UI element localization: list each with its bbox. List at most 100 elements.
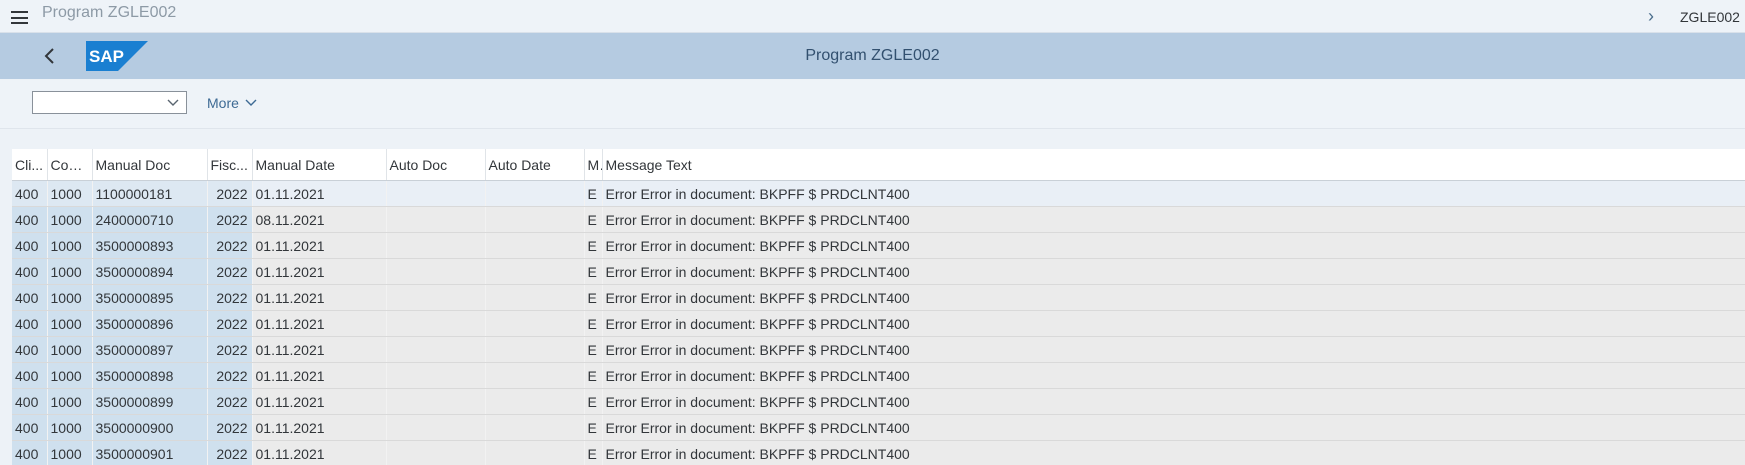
column-header-client[interactable]: Cli... xyxy=(12,149,48,181)
cell-manual-date: 01.11.2021 xyxy=(252,336,387,363)
column-header-fiscal-year[interactable]: Fisc... xyxy=(207,149,253,181)
table-header-row: Cli... CoC... Manual Doc Fisc... Manual Date… xyxy=(12,149,1745,181)
cell-auto-date xyxy=(485,310,585,337)
cell-msg-type: E xyxy=(584,336,603,363)
column-header-manual-doc[interactable]: Manual Doc xyxy=(92,149,208,181)
cell-client: 400 xyxy=(12,180,48,207)
column-header-message-text[interactable]: Message Text xyxy=(602,149,1745,181)
variant-select[interactable] xyxy=(32,91,187,114)
cell-manual-date: 01.11.2021 xyxy=(252,310,387,337)
table-row[interactable]: 400 1000 3500000896 2022 01.11.2021 E Error Er… xyxy=(12,310,1745,337)
hamburger-menu-icon[interactable] xyxy=(11,11,28,24)
cell-auto-date xyxy=(485,232,585,259)
cell-manual-doc: 3500000897 xyxy=(92,336,208,363)
cell-manual-doc: 3500000898 xyxy=(92,362,208,389)
cell-msg-type: E xyxy=(584,206,603,233)
table-row[interactable]: 400 1000 3500000900 2022 01.11.2021 E Error Er… xyxy=(12,414,1745,441)
column-header-manual-date[interactable]: Manual Date xyxy=(252,149,387,181)
cell-client: 400 xyxy=(12,336,48,363)
column-header-company-code[interactable]: CoC... xyxy=(47,149,93,181)
cell-fiscal-year: 2022 xyxy=(207,440,253,465)
cell-msg-type: E xyxy=(584,180,603,207)
cell-msg-type: E xyxy=(584,284,603,311)
cell-msg-type: E xyxy=(584,232,603,259)
cell-message-text: Error Error in document: BKPFF $ PRDCLNT… xyxy=(602,440,1745,465)
cell-fiscal-year: 2022 xyxy=(207,362,253,389)
cell-fiscal-year: 2022 xyxy=(207,258,253,285)
cell-msg-type: E xyxy=(584,388,603,415)
cell-manual-doc: 2400000710 xyxy=(92,206,208,233)
cell-client: 400 xyxy=(12,362,48,389)
cell-company-code: 1000 xyxy=(47,284,93,311)
cell-auto-date xyxy=(485,362,585,389)
table-row[interactable]: 400 1000 3500000894 2022 01.11.2021 E Error Er… xyxy=(12,258,1745,285)
table-row[interactable]: 400 1000 3500000898 2022 01.11.2021 E Error Er… xyxy=(12,362,1745,389)
table-row[interactable]: 400 1000 3500000901 2022 01.11.2021 E Error Er… xyxy=(12,440,1745,465)
table-row[interactable]: 400 1000 3500000897 2022 01.11.2021 E Error Er… xyxy=(12,336,1745,363)
cell-auto-doc xyxy=(386,388,486,415)
cell-auto-date xyxy=(485,388,585,415)
page-title: Program ZGLE002 xyxy=(805,47,940,64)
cell-message-text: Error Error in document: BKPFF $ PRDCLNT… xyxy=(602,388,1745,415)
cell-client: 400 xyxy=(12,258,48,285)
chevron-down-icon xyxy=(167,99,179,106)
cell-company-code: 1000 xyxy=(47,414,93,441)
cell-client: 400 xyxy=(12,284,48,311)
cell-auto-date xyxy=(485,180,585,207)
cell-fiscal-year: 2022 xyxy=(207,310,253,337)
cell-manual-date: 01.11.2021 xyxy=(252,258,387,285)
app-title: Program ZGLE002 xyxy=(42,4,177,21)
cell-manual-doc: 3500000896 xyxy=(92,310,208,337)
cell-manual-date: 01.11.2021 xyxy=(252,440,387,465)
cell-company-code: 1000 xyxy=(47,310,93,337)
table-row[interactable]: 400 1000 2400000710 2022 08.11.2021 E Error Er… xyxy=(12,206,1745,233)
cell-client: 400 xyxy=(12,414,48,441)
cell-message-text: Error Error in document: BKPFF $ PRDCLNT… xyxy=(602,284,1745,311)
cell-message-text: Error Error in document: BKPFF $ PRDCLNT… xyxy=(602,414,1745,441)
cell-fiscal-year: 2022 xyxy=(207,180,253,207)
results-table: Cli... CoC... Manual Doc Fisc... Manual Date… xyxy=(12,149,1745,465)
chevron-right-icon[interactable]: › xyxy=(1648,6,1654,27)
cell-client: 400 xyxy=(12,310,48,337)
cell-auto-date xyxy=(485,336,585,363)
cell-auto-date xyxy=(485,206,585,233)
cell-manual-doc: 3500000901 xyxy=(92,440,208,465)
chevron-down-icon xyxy=(245,99,257,106)
cell-auto-date xyxy=(485,414,585,441)
cell-auto-doc xyxy=(386,336,486,363)
table-row[interactable]: 400 1000 3500000895 2022 01.11.2021 E Error Er… xyxy=(12,284,1745,311)
cell-fiscal-year: 2022 xyxy=(207,206,253,233)
table-row[interactable]: 400 1000 1100000181 2022 01.11.2021 E Error Er… xyxy=(12,180,1745,207)
cell-manual-doc: 3500000900 xyxy=(92,414,208,441)
toolbar: More xyxy=(0,80,1745,129)
more-button[interactable]: More xyxy=(207,95,258,111)
table-row[interactable]: 400 1000 3500000893 2022 01.11.2021 E Error Er… xyxy=(12,232,1745,259)
cell-manual-date: 01.11.2021 xyxy=(252,362,387,389)
cell-msg-type: E xyxy=(584,310,603,337)
cell-fiscal-year: 2022 xyxy=(207,414,253,441)
cell-company-code: 1000 xyxy=(47,336,93,363)
column-header-auto-date[interactable]: Auto Date xyxy=(485,149,585,181)
cell-message-text: Error Error in document: BKPFF $ PRDCLNT… xyxy=(602,180,1745,207)
cell-manual-doc: 3500000895 xyxy=(92,284,208,311)
cell-client: 400 xyxy=(12,206,48,233)
cell-message-text: Error Error in document: BKPFF $ PRDCLNT… xyxy=(602,258,1745,285)
table-row[interactable]: 400 1000 3500000899 2022 01.11.2021 E Error Er… xyxy=(12,388,1745,415)
cell-company-code: 1000 xyxy=(47,258,93,285)
cell-company-code: 1000 xyxy=(47,440,93,465)
top-bar: Program ZGLE002 › ZGLE002 xyxy=(0,0,1745,33)
cell-auto-doc xyxy=(386,180,486,207)
cell-message-text: Error Error in document: BKPFF $ PRDCLNT… xyxy=(602,232,1745,259)
cell-client: 400 xyxy=(12,440,48,465)
cell-manual-date: 08.11.2021 xyxy=(252,206,387,233)
more-button-label: More xyxy=(207,95,239,111)
column-header-auto-doc[interactable]: Auto Doc xyxy=(386,149,486,181)
cell-fiscal-year: 2022 xyxy=(207,388,253,415)
cell-message-text: Error Error in document: BKPFF $ PRDCLNT… xyxy=(602,336,1745,363)
cell-manual-date: 01.11.2021 xyxy=(252,284,387,311)
cell-auto-doc xyxy=(386,440,486,465)
cell-manual-doc: 3500000893 xyxy=(92,232,208,259)
cell-company-code: 1000 xyxy=(47,206,93,233)
cell-auto-doc xyxy=(386,206,486,233)
column-header-msg-type[interactable]: Ms xyxy=(584,149,603,181)
